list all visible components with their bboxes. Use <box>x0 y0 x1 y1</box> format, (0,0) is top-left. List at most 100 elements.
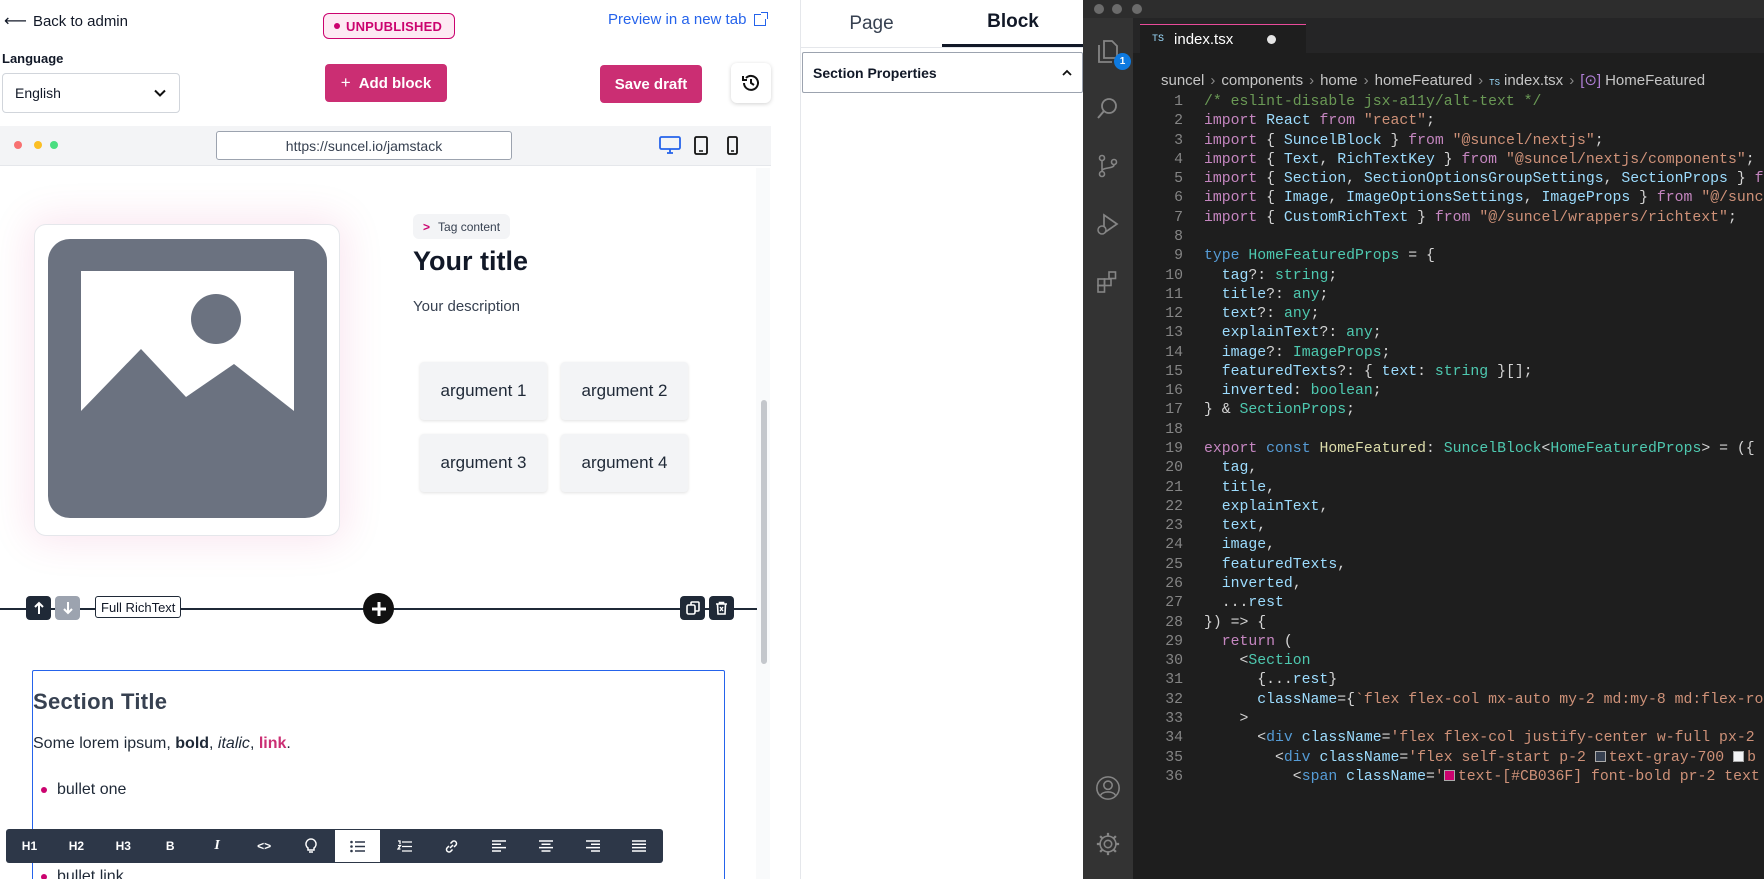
back-label: Back to admin <box>32 12 128 30</box>
code-line[interactable]: 16 inverted: boolean; <box>1133 381 1764 402</box>
code-line[interactable]: 25 featuredTexts, <box>1133 555 1764 576</box>
code-line[interactable]: 21 title, <box>1133 478 1764 499</box>
breadcrumb-item[interactable]: homeFeatured <box>1375 72 1473 89</box>
code-line[interactable]: 34 <div className='flex flex-col justify… <box>1133 728 1764 749</box>
line-number: 13 <box>1165 325 1183 342</box>
window-minimize-dot[interactable] <box>1112 4 1122 14</box>
list-item[interactable]: bullet link <box>41 868 124 879</box>
argument-card[interactable]: argument 2 <box>561 362 688 420</box>
code-line[interactable]: 14 image?: ImageProps; <box>1133 343 1764 364</box>
desktop-icon[interactable] <box>659 136 681 154</box>
move-up-button[interactable] <box>26 596 51 620</box>
code-line[interactable]: 10 tag?: string; <box>1133 266 1764 287</box>
argument-card[interactable]: argument 4 <box>561 434 688 492</box>
code-line[interactable]: 13 explainText?: any; <box>1133 323 1764 344</box>
code-button[interactable]: <> <box>241 829 288 863</box>
code-line[interactable]: 7 import { CustomRichText } from "@/sunce… <box>1133 208 1764 229</box>
window-close-dot[interactable] <box>1094 4 1104 14</box>
argument-card[interactable]: argument 1 <box>420 362 547 420</box>
code-line[interactable]: 29 return ( <box>1133 632 1764 653</box>
heading-2-button[interactable]: H2 <box>53 829 100 863</box>
code-line[interactable]: 12 text?: any; <box>1133 304 1764 325</box>
save-draft-button[interactable]: Save draft <box>600 65 702 103</box>
richtext-paragraph[interactable]: Some lorem ipsum, bold, italic, link. <box>33 735 291 753</box>
code-line[interactable]: 26 inverted, <box>1133 574 1764 595</box>
code-line[interactable]: 35 <div className='flex self-start p-2 t… <box>1133 748 1764 769</box>
code-line[interactable]: 6 import { Image, ImageOptionsSettings, I… <box>1133 188 1764 209</box>
numbered-list-button[interactable] <box>381 829 428 863</box>
featured-description[interactable]: Your description <box>413 298 520 315</box>
heading-1-button[interactable]: H1 <box>6 829 53 863</box>
code-line[interactable]: 19 export const HomeFeatured: SuncelBlock… <box>1133 439 1764 460</box>
code-line[interactable]: 31 {...rest} <box>1133 670 1764 691</box>
code-line[interactable]: 30 <Section <box>1133 651 1764 672</box>
account-icon[interactable] <box>1095 775 1121 801</box>
featured-image-card[interactable] <box>34 224 340 536</box>
align-center-button[interactable] <box>522 829 569 863</box>
code-line[interactable]: 17} & SectionProps; <box>1133 400 1764 421</box>
breadcrumb-item[interactable]: index.tsx <box>1504 72 1563 89</box>
heading-3-button[interactable]: H3 <box>100 829 147 863</box>
code-line[interactable]: 11 title?: any; <box>1133 285 1764 306</box>
duplicate-block-button[interactable] <box>680 596 705 620</box>
align-right-button[interactable] <box>569 829 616 863</box>
bullet-list-button[interactable] <box>334 829 382 863</box>
code-line[interactable]: 8 <box>1133 227 1764 248</box>
scrollbar-thumb[interactable] <box>761 400 767 664</box>
code-line[interactable]: 22 explainText, <box>1133 497 1764 518</box>
insert-block-button[interactable] <box>363 593 394 624</box>
settings-gear-icon[interactable] <box>1095 831 1121 857</box>
align-justify-button[interactable] <box>616 829 663 863</box>
code-line[interactable]: 18 <box>1133 420 1764 441</box>
code-line[interactable]: 27 ...rest <box>1133 593 1764 614</box>
tab-page[interactable]: Page <box>801 0 942 47</box>
run-debug-icon[interactable] <box>1095 211 1121 237</box>
section-properties-accordion[interactable]: Section Properties <box>802 52 1083 93</box>
argument-card[interactable]: argument 3 <box>420 434 547 492</box>
search-icon[interactable] <box>1095 96 1121 122</box>
extensions-icon[interactable] <box>1095 269 1121 295</box>
section-title[interactable]: Section Title <box>33 689 167 715</box>
code-line[interactable]: 28}) => { <box>1133 613 1764 634</box>
highlight-button[interactable] <box>288 829 335 863</box>
tab-index-tsx[interactable]: TS index.tsx <box>1140 24 1306 53</box>
code-line[interactable]: 24 image, <box>1133 535 1764 556</box>
tab-block[interactable]: Block <box>942 0 1084 47</box>
window-maximize-dot[interactable] <box>1132 4 1142 14</box>
breadcrumb-item[interactable]: home <box>1320 72 1358 89</box>
move-down-button[interactable] <box>55 596 80 620</box>
breadcrumb-item[interactable]: components <box>1221 72 1303 89</box>
code-line[interactable]: 9 type HomeFeaturedProps = { <box>1133 246 1764 267</box>
preview-new-tab-link[interactable]: Preview in a new tab <box>608 11 769 28</box>
code-line[interactable]: 32 className={`flex flex-col mx-auto my-… <box>1133 690 1764 711</box>
source-control-icon[interactable] <box>1095 153 1121 179</box>
link-button[interactable] <box>428 829 475 863</box>
mobile-icon[interactable] <box>727 136 738 155</box>
align-left-button[interactable] <box>475 829 522 863</box>
code-line[interactable]: 5 import { Section, SectionOptionsGroupSe… <box>1133 169 1764 190</box>
code-line[interactable]: 4 import { Text, RichTextKey } from "@sun… <box>1133 150 1764 171</box>
history-button[interactable] <box>731 63 771 103</box>
code-line[interactable]: 2 import React from "react"; <box>1133 111 1764 132</box>
language-select[interactable]: English <box>2 73 180 113</box>
italic-button[interactable]: I <box>194 829 241 863</box>
line-content: tag, <box>1221 460 1258 477</box>
code-line[interactable]: 15 featuredTexts?: { text: string }[]; <box>1133 362 1764 383</box>
featured-title[interactable]: Your title <box>413 246 528 277</box>
add-block-button[interactable]: + Add block <box>325 64 447 102</box>
code-line[interactable]: 23 text, <box>1133 516 1764 537</box>
delete-block-button[interactable] <box>709 596 734 620</box>
breadcrumb-item[interactable]: HomeFeatured <box>1605 72 1705 89</box>
code-line[interactable]: 36 <span className=' text-[#CB036F] font-… <box>1133 767 1764 788</box>
preview-url-field[interactable]: https://suncel.io/jamstack <box>216 131 512 160</box>
bold-button[interactable]: B <box>147 829 194 863</box>
tablet-icon[interactable] <box>694 136 708 155</box>
list-item[interactable]: bullet one <box>41 781 126 799</box>
code-line[interactable]: 20 tag, <box>1133 458 1764 479</box>
paragraph-link[interactable]: link <box>259 735 287 752</box>
breadcrumb-item[interactable]: suncel <box>1161 72 1204 89</box>
code-line[interactable]: 3 import { SuncelBlock } from "@suncel/ne… <box>1133 131 1764 152</box>
code-line[interactable]: 33 > <box>1133 709 1764 730</box>
code-line[interactable]: 1 /* eslint-disable jsx-a11y/alt-text */ <box>1133 92 1764 113</box>
back-to-admin-link[interactable]: ⟵ Back to admin <box>4 11 128 31</box>
